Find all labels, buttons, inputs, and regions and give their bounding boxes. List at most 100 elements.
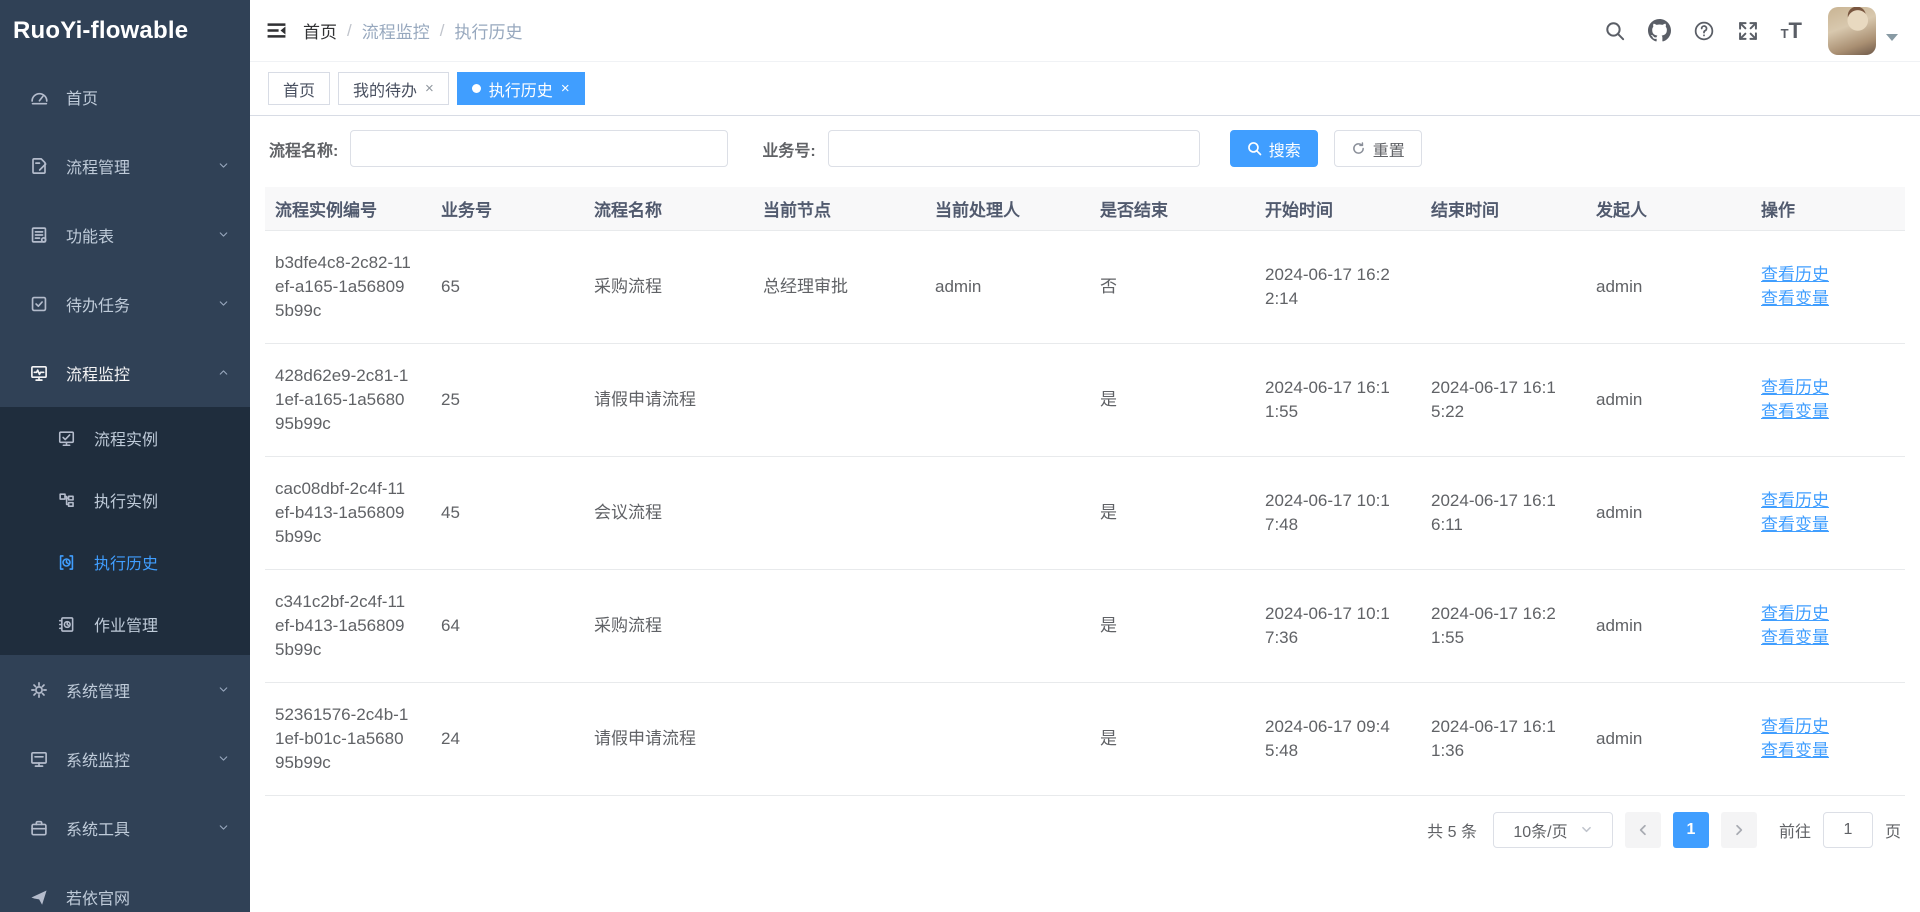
cell-current-assignee bbox=[925, 569, 1090, 682]
cell-initiator: admin bbox=[1586, 456, 1751, 569]
table-row: 52361576-2c4b-11ef-b01c-1a568095b99c24请假… bbox=[265, 682, 1905, 795]
process-name-input[interactable] bbox=[350, 130, 728, 167]
page-size-select[interactable]: 10条/页 bbox=[1493, 812, 1613, 848]
cell-business-no: 25 bbox=[431, 343, 584, 456]
search-button-icon bbox=[1247, 141, 1262, 156]
chevron-right-icon bbox=[1732, 823, 1746, 837]
navbar-actions: TT bbox=[1604, 7, 1898, 55]
sidebar-item-功能表[interactable]: 功能表 bbox=[0, 200, 250, 269]
cell-start-time: 2024-06-17 10:17:36 bbox=[1255, 569, 1421, 682]
cell-business-no: 45 bbox=[431, 456, 584, 569]
tab-label: 我的待办 bbox=[353, 77, 417, 101]
column-header-发起人: 发起人 bbox=[1586, 187, 1751, 230]
refresh-icon bbox=[1351, 141, 1366, 156]
column-header-当前处理人: 当前处理人 bbox=[925, 187, 1090, 230]
chevron-left-icon bbox=[1636, 823, 1650, 837]
goto-page-input[interactable] bbox=[1823, 812, 1873, 848]
help-icon[interactable] bbox=[1693, 20, 1715, 42]
active-tab-dot bbox=[472, 84, 481, 93]
view-history-link[interactable]: 查看历史 bbox=[1761, 491, 1829, 510]
sidebar-item-流程监控[interactable]: 流程监控 bbox=[0, 338, 250, 407]
system-monitor-icon bbox=[29, 749, 49, 769]
breadcrumb-home[interactable]: 首页 bbox=[303, 18, 337, 43]
view-variables-link[interactable]: 查看变量 bbox=[1761, 515, 1829, 534]
search-button[interactable]: 搜索 bbox=[1230, 130, 1318, 167]
search-form: 流程名称: 业务号: 搜索 重置 bbox=[269, 130, 1905, 167]
cell-current-node: 总经理审批 bbox=[753, 230, 925, 343]
cell-start-time: 2024-06-17 16:11:55 bbox=[1255, 343, 1421, 456]
sidebar-toggle-icon[interactable] bbox=[266, 20, 287, 41]
sidebar-item-流程实例[interactable]: 流程实例 bbox=[0, 407, 250, 469]
view-history-link[interactable]: 查看历史 bbox=[1761, 265, 1829, 284]
page-number-button[interactable]: 1 bbox=[1673, 812, 1709, 848]
sidebar-item-系统工具[interactable]: 系统工具 bbox=[0, 793, 250, 862]
sidebar-item-label: 流程监控 bbox=[66, 361, 217, 385]
business-no-input[interactable] bbox=[828, 130, 1200, 167]
column-header-结束时间: 结束时间 bbox=[1421, 187, 1586, 230]
avatar[interactable] bbox=[1828, 7, 1876, 55]
sidebar-item-执行历史[interactable]: 执行历史 bbox=[0, 531, 250, 593]
view-history-link[interactable]: 查看历史 bbox=[1761, 717, 1829, 736]
tab-首页[interactable]: 首页 bbox=[268, 72, 330, 105]
font-size-icon[interactable]: TT bbox=[1781, 20, 1802, 42]
chevron-down-icon bbox=[217, 821, 230, 834]
view-history-link[interactable]: 查看历史 bbox=[1761, 378, 1829, 397]
view-history-link[interactable]: 查看历史 bbox=[1761, 604, 1829, 623]
column-header-流程名称: 流程名称 bbox=[584, 187, 753, 230]
view-variables-link[interactable]: 查看变量 bbox=[1761, 402, 1829, 421]
cell-finished: 是 bbox=[1090, 682, 1255, 795]
tab-执行历史[interactable]: 执行历史× bbox=[457, 72, 585, 105]
sidebar: RuoYi-flowable 首页流程管理功能表待办任务流程监控流程实例执行实例… bbox=[0, 0, 250, 912]
sidebar-item-作业管理[interactable]: 作业管理 bbox=[0, 593, 250, 655]
breadcrumb-separator: / bbox=[347, 21, 352, 41]
cell-process-name: 请假申请流程 bbox=[584, 343, 753, 456]
cell-end-time: 2024-06-17 16:11:36 bbox=[1421, 682, 1586, 795]
chevron-down-icon bbox=[217, 752, 230, 765]
cell-instance-id: b3dfe4c8-2c82-11ef-a165-1a568095b99c bbox=[265, 230, 431, 343]
user-menu[interactable] bbox=[1828, 7, 1898, 55]
tab-我的待办[interactable]: 我的待办 × bbox=[338, 72, 449, 105]
sidebar-item-label: 执行实例 bbox=[94, 488, 230, 512]
sidebar-item-执行实例[interactable]: 执行实例 bbox=[0, 469, 250, 531]
sidebar-item-待办任务[interactable]: 待办任务 bbox=[0, 269, 250, 338]
sidebar-item-流程管理[interactable]: 流程管理 bbox=[0, 131, 250, 200]
cell-start-time: 2024-06-17 16:22:14 bbox=[1255, 230, 1421, 343]
column-header-流程实例编号: 流程实例编号 bbox=[265, 187, 431, 230]
prev-page-button[interactable] bbox=[1625, 812, 1661, 848]
close-icon[interactable]: × bbox=[561, 81, 570, 96]
cell-process-name: 会议流程 bbox=[584, 456, 753, 569]
sidebar-item-首页[interactable]: 首页 bbox=[0, 62, 250, 131]
cell-process-name: 采购流程 bbox=[584, 230, 753, 343]
next-page-button[interactable] bbox=[1721, 812, 1757, 848]
sidebar-item-系统监控[interactable]: 系统监控 bbox=[0, 724, 250, 793]
cell-initiator: admin bbox=[1586, 343, 1751, 456]
cell-business-no: 64 bbox=[431, 569, 584, 682]
view-variables-link[interactable]: 查看变量 bbox=[1761, 741, 1829, 760]
sidebar-item-label: 流程管理 bbox=[66, 154, 217, 178]
cell-start-time: 2024-06-17 09:45:48 bbox=[1255, 682, 1421, 795]
cell-current-node bbox=[753, 343, 925, 456]
app-logo: RuoYi-flowable bbox=[0, 0, 250, 62]
cell-current-node bbox=[753, 456, 925, 569]
cell-actions: 查看历史查看变量 bbox=[1751, 569, 1905, 682]
process-name-label: 流程名称: bbox=[269, 137, 338, 161]
close-icon[interactable]: × bbox=[425, 81, 434, 96]
github-icon[interactable] bbox=[1648, 19, 1671, 42]
reset-button[interactable]: 重置 bbox=[1334, 130, 1422, 167]
sidebar-item-若依官网[interactable]: 若依官网 bbox=[0, 862, 250, 912]
fullscreen-icon[interactable] bbox=[1737, 20, 1759, 42]
cell-actions: 查看历史查看变量 bbox=[1751, 343, 1905, 456]
todo-task-icon bbox=[29, 294, 49, 314]
process-instance-icon bbox=[57, 429, 76, 448]
cell-business-no: 24 bbox=[431, 682, 584, 795]
cell-initiator: admin bbox=[1586, 230, 1751, 343]
sidebar-item-系统管理[interactable]: 系统管理 bbox=[0, 655, 250, 724]
chevron-down-icon bbox=[217, 683, 230, 696]
system-tools-icon bbox=[29, 818, 49, 838]
view-variables-link[interactable]: 查看变量 bbox=[1761, 628, 1829, 647]
cell-actions: 查看历史查看变量 bbox=[1751, 682, 1905, 795]
cell-initiator: admin bbox=[1586, 569, 1751, 682]
search-icon[interactable] bbox=[1604, 20, 1626, 42]
sidebar-item-label: 待办任务 bbox=[66, 292, 217, 316]
view-variables-link[interactable]: 查看变量 bbox=[1761, 289, 1829, 308]
